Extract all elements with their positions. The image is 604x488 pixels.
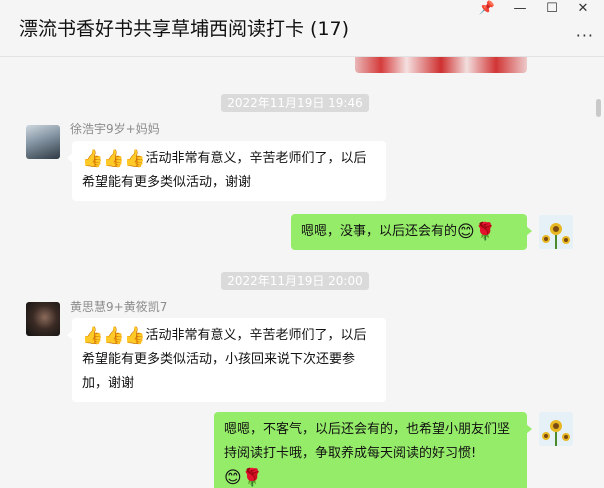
sender-name: 黄思慧9+黄筱凯7 — [70, 300, 168, 314]
timestamp: 2022年11月19日 20:00 — [0, 272, 590, 290]
message-text: 嗯嗯，没事，以后还会有的 — [301, 224, 458, 239]
message-text: 嗯嗯，不客气，以后还会有的，也希望小朋友们坚持阅读打卡哦，争取养成每天阅读的好习… — [224, 422, 511, 461]
thumbs-up-icon: 👍👍👍 — [82, 326, 146, 346]
avatar[interactable] — [26, 125, 60, 159]
sender-name: 徐浩宇9岁+妈妈 — [70, 122, 160, 136]
maximize-button[interactable]: ☐ — [537, 0, 567, 20]
message-bubble[interactable]: 嗯嗯，不客气，以后还会有的，也希望小朋友们坚持阅读打卡哦，争取养成每天阅读的好习… — [214, 412, 532, 488]
chat-title: 漂流书香好书共享草埔西阅读打卡 (17) — [19, 18, 350, 40]
sunflower-icon — [539, 215, 573, 249]
timestamp: 2022年11月19日 19:46 — [0, 94, 590, 112]
chat-area[interactable]: 2022年11月19日 19:46 徐浩宇9岁+妈妈 👍👍👍活动非常有意义，辛苦… — [0, 57, 604, 488]
avatar[interactable] — [539, 215, 573, 249]
message-bubble[interactable]: 👍👍👍活动非常有意义，辛苦老师们了，以后希望能有更多类似活动，谢谢 — [67, 141, 386, 201]
smile-rose-icon: 😊🌹 — [224, 468, 263, 488]
avatar[interactable] — [26, 302, 60, 336]
sunflower-icon — [539, 412, 573, 446]
pin-icon[interactable]: 📌 — [472, 0, 502, 20]
thumbs-up-icon: 👍👍👍 — [82, 149, 146, 169]
minimize-button[interactable]: — — [505, 0, 535, 20]
smile-rose-icon: 😊🌹 — [457, 222, 496, 242]
title-bar: 漂流书香好书共享草埔西阅读打卡 (17) 📌 — ☐ ✕ ··· — [0, 0, 604, 57]
message-bubble[interactable]: 👍👍👍活动非常有意义，辛苦老师们了，以后希望能有更多类似活动，小孩回来说下次还要… — [67, 318, 386, 402]
image-message-partial[interactable] — [355, 57, 527, 73]
message-bubble[interactable]: 嗯嗯，没事，以后还会有的😊🌹 — [291, 214, 532, 250]
more-options-icon[interactable]: ··· — [576, 26, 594, 45]
scrollbar-thumb[interactable] — [596, 99, 601, 117]
avatar[interactable] — [539, 412, 573, 446]
close-button[interactable]: ✕ — [568, 0, 598, 20]
